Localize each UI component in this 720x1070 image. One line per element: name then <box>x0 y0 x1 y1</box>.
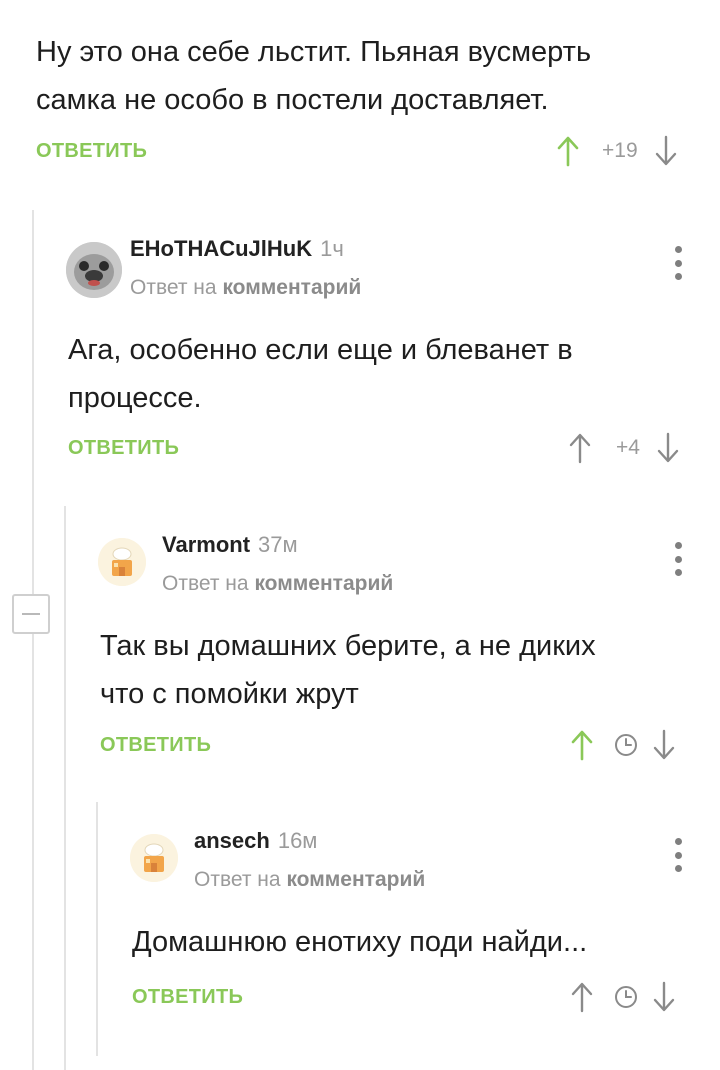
author-username[interactable]: Varmont <box>162 532 250 557</box>
comment-text: Домашнюю енотиху поди найди... <box>132 918 587 966</box>
more-vertical-icon[interactable] <box>672 542 684 576</box>
reply-button[interactable]: ОТВЕТИТЬ <box>100 734 211 757</box>
comment-time: 1ч <box>320 236 344 261</box>
arrow-up-icon[interactable] <box>568 728 596 762</box>
vote-controls <box>568 728 678 762</box>
avatar[interactable] <box>130 834 178 882</box>
comment-text: Ага, особенно если еще и блеванет в проц… <box>68 326 573 422</box>
arrow-up-icon[interactable] <box>568 980 596 1014</box>
reply-button[interactable]: ОТВЕТИТЬ <box>132 986 243 1009</box>
comment-text-line: Ну это она себе льстит. Пьяная вусмерть <box>36 36 592 68</box>
thread-line-level-1 <box>32 210 34 1070</box>
clock-icon <box>612 980 640 1014</box>
reply-to-link[interactable]: комментарий <box>254 572 393 595</box>
arrow-down-icon[interactable] <box>650 728 678 762</box>
more-vertical-icon[interactable] <box>672 246 684 280</box>
reply-button[interactable]: ОТВЕТИТЬ <box>68 437 179 460</box>
reply-to-link[interactable]: комментарий <box>286 868 425 891</box>
comment-text-line: процессе. <box>68 382 202 414</box>
author-name[interactable]: ansech 16м <box>194 828 317 854</box>
arrow-down-icon[interactable] <box>652 134 680 168</box>
collapse-thread-button[interactable] <box>12 594 50 634</box>
comment-text: Ну это она себе льстит. Пьяная вусмерть … <box>36 28 591 124</box>
comment-text-line: Так вы домашних берите, а не диких <box>100 630 596 662</box>
rating-count: +4 <box>616 436 640 459</box>
clock-icon <box>612 728 640 762</box>
more-vertical-icon[interactable] <box>672 838 684 872</box>
arrow-down-icon[interactable] <box>654 431 682 465</box>
vote-controls: +4 <box>566 431 682 465</box>
avatar[interactable] <box>98 538 146 586</box>
minus-icon <box>22 613 40 615</box>
comment-text-line: что с помойки жрут <box>100 678 359 710</box>
avatar[interactable] <box>66 242 122 298</box>
reply-to-info: Ответ на комментарий <box>162 572 393 596</box>
vote-controls: +19 <box>554 134 680 168</box>
arrow-down-icon[interactable] <box>650 980 678 1014</box>
thread-line-level-3 <box>96 802 98 1056</box>
comment-text-line: самка не особо в постели доставляет. <box>36 84 549 116</box>
reply-to-link[interactable]: комментарий <box>222 276 361 299</box>
comment-time: 37м <box>258 532 298 557</box>
vote-controls <box>568 980 678 1014</box>
arrow-up-icon[interactable] <box>554 134 582 168</box>
author-username[interactable]: EHoTHACuJlHuK <box>130 236 312 261</box>
reply-to-info: Ответ на комментарий <box>194 868 425 892</box>
thread-line-level-2 <box>64 506 66 1070</box>
comment-time: 16м <box>277 828 318 853</box>
reply-to-prefix: Ответ на <box>162 572 249 595</box>
reply-button[interactable]: ОТВЕТИТЬ <box>36 140 147 163</box>
author-username[interactable]: ansech <box>194 828 270 853</box>
comment-text-line: Ага, особенно если еще и блеванет в <box>68 334 573 366</box>
comment-text-line: Домашнюю енотиху поди найди... <box>132 926 588 958</box>
arrow-up-icon[interactable] <box>566 431 594 465</box>
reply-to-prefix: Ответ на <box>194 868 281 891</box>
reply-to-prefix: Ответ на <box>130 276 217 299</box>
author-name[interactable]: Varmont 37м <box>162 532 298 558</box>
rating-count: +19 <box>602 139 638 162</box>
comment-text: Так вы домашних берите, а не диких что с… <box>100 622 596 718</box>
author-name[interactable]: EHoTHACuJlHuK 1ч <box>130 236 344 262</box>
reply-to-info: Ответ на комментарий <box>130 276 361 300</box>
